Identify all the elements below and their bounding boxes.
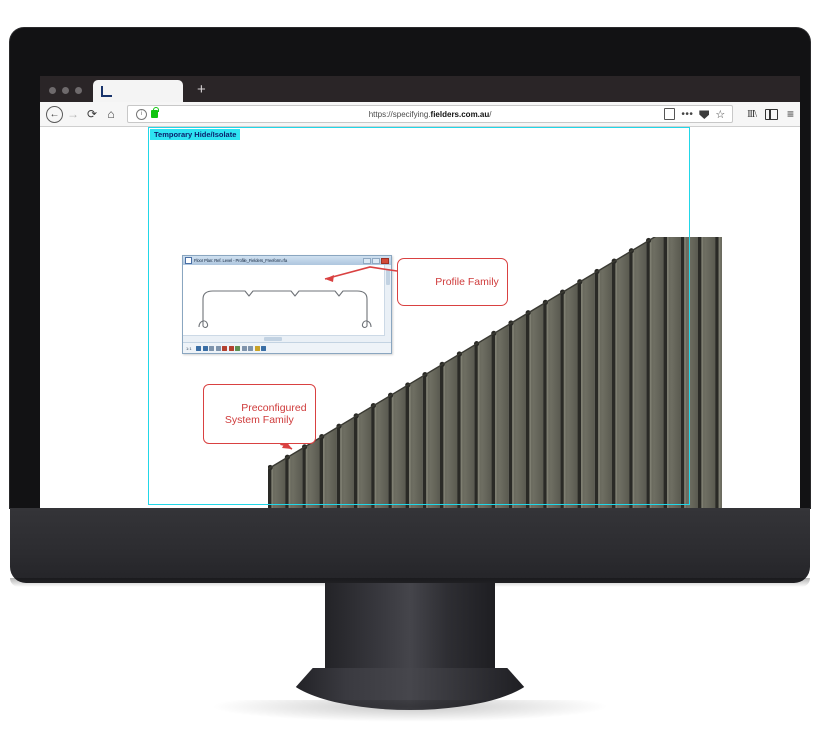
crop-view-icon[interactable] — [228, 345, 234, 351]
window-controls — [363, 257, 389, 264]
temporary-hide-isolate-icon[interactable] — [248, 345, 254, 351]
lock-3d-view-icon[interactable] — [241, 345, 247, 351]
annotation-label: Profile Family — [435, 275, 499, 288]
url-domain: fielders.com.au — [430, 109, 490, 119]
reveal-hidden-icon[interactable] — [254, 345, 260, 351]
scrollbar-thumb[interactable] — [386, 269, 390, 285]
page-actions-icon[interactable]: ••• — [681, 109, 693, 120]
url-path: / — [489, 109, 492, 119]
view-scale-label[interactable]: 1:1 — [186, 346, 192, 351]
window-title: Floor Plan: Ref. Level - Profile_Fielder… — [194, 258, 288, 263]
browser-window: + ← → ⟳ ⌂ i https://specifying.fielders.… — [40, 76, 800, 508]
revit-file-icon — [185, 257, 192, 264]
minimize-button[interactable] — [363, 257, 371, 264]
url-text: https://specifying.fielders.com.au/ — [369, 110, 492, 119]
temporary-hide-isolate-banner: Temporary Hide/Isolate — [150, 129, 241, 140]
monitor-stand-foot — [282, 668, 538, 710]
url-address-bar[interactable]: i https://specifying.fielders.com.au/ ••… — [127, 105, 734, 123]
maximize-button[interactable] — [372, 257, 380, 264]
profile-cross-section-drawing — [198, 290, 372, 328]
window-minimize-dot[interactable] — [62, 87, 69, 94]
tab-favicon-icon — [101, 85, 112, 97]
browser-tab-active[interactable] — [93, 80, 183, 102]
revit-profile-family-window[interactable]: Floor Plan: Ref. Level - Profile_Fielder… — [182, 255, 392, 354]
render-icon[interactable] — [222, 345, 228, 351]
pocket-icon[interactable] — [699, 110, 710, 119]
hamburger-menu-icon[interactable]: ≡ — [787, 108, 794, 120]
temporary-hide-isolate-label: Temporary Hide/Isolate — [154, 130, 237, 139]
monitor-chin — [10, 508, 810, 583]
sun-path-icon[interactable] — [209, 345, 215, 351]
monitor-screen-frame: + ← → ⟳ ⌂ i https://specifying.fielders.… — [10, 28, 810, 508]
browser-navigation-toolbar: ← → ⟳ ⌂ i https://specifying.fielders.co… — [40, 102, 800, 127]
vertical-scrollbar[interactable] — [384, 265, 391, 342]
analytical-model-icon[interactable] — [261, 345, 267, 351]
scrollbar-thumb[interactable] — [263, 337, 282, 341]
site-info-icon[interactable]: i — [136, 108, 147, 120]
bookmark-star-icon[interactable]: ☆ — [715, 108, 725, 121]
window-maximize-dot[interactable] — [75, 87, 82, 94]
reader-view-icon[interactable] — [664, 108, 676, 120]
forward-arrow-icon[interactable]: → — [64, 105, 82, 123]
imac-monitor-mockup: + ← → ⟳ ⌂ i https://specifying.fielders.… — [0, 0, 820, 741]
horizontal-scrollbar[interactable] — [183, 335, 385, 342]
window-close-dot[interactable] — [49, 87, 56, 94]
url-right-icons: ••• ☆ — [664, 108, 725, 121]
profile-drawing-canvas[interactable] — [183, 265, 391, 342]
annotation-profile-family: Profile Family — [397, 258, 508, 306]
detail-level-icon[interactable] — [196, 345, 202, 351]
url-security-icons: i — [136, 107, 159, 120]
home-icon[interactable]: ⌂ — [102, 105, 120, 123]
show-crop-icon[interactable] — [235, 345, 241, 351]
view-control-bar[interactable]: 1:1 — [183, 342, 391, 353]
annotation-system-family: Preconfigured System Family — [203, 384, 316, 444]
annotation-label: Preconfigured System Family — [224, 401, 307, 427]
new-tab-button[interactable]: + — [197, 82, 206, 97]
shadows-icon[interactable] — [215, 345, 221, 351]
sidebar-icon[interactable] — [764, 108, 778, 120]
visual-style-icon[interactable] — [202, 345, 208, 351]
lock-icon — [151, 107, 159, 118]
close-button[interactable] — [381, 257, 389, 264]
window-titlebar[interactable]: Floor Plan: Ref. Level - Profile_Fielder… — [183, 256, 391, 265]
url-scheme: https://specifying. — [368, 109, 431, 119]
browser-tab-strip: + — [40, 76, 800, 102]
page-content-area: Temporary Hide/Isolate Floor Plan: Ref. … — [40, 127, 800, 508]
reload-icon[interactable]: ⟳ — [83, 105, 101, 123]
library-icon[interactable]: III\ — [747, 109, 757, 120]
back-arrow-icon[interactable]: ← — [46, 105, 63, 123]
browser-toolbar-right: III\ ≡ — [747, 108, 794, 120]
